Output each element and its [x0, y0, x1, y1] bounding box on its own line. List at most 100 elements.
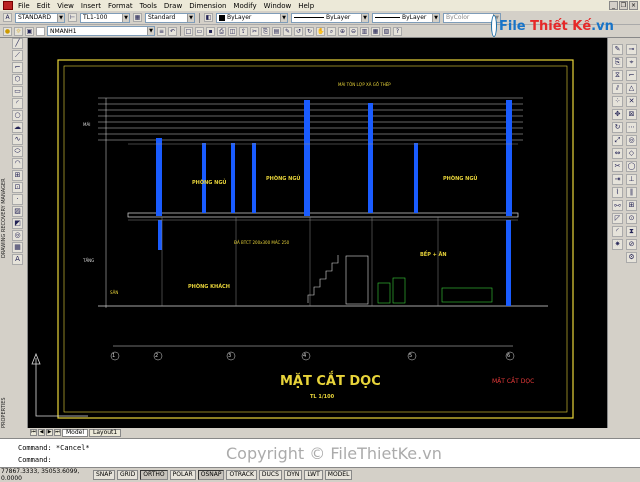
- snap-insert-icon[interactable]: ⊞: [626, 200, 637, 211]
- sun-icon[interactable]: ☼: [14, 26, 23, 36]
- next-tab-icon[interactable]: ▶: [46, 429, 53, 436]
- line-icon[interactable]: ╱: [12, 38, 23, 49]
- restore-icon[interactable]: ❐: [619, 1, 628, 10]
- fillet-icon[interactable]: ◜: [612, 226, 623, 237]
- pan-icon[interactable]: ✋: [316, 26, 325, 36]
- help-icon[interactable]: ?: [393, 26, 402, 36]
- snap-tangent-icon[interactable]: ◯: [626, 161, 637, 172]
- menu-file[interactable]: File: [18, 2, 30, 10]
- layer-previous-icon[interactable]: ↶: [168, 26, 177, 36]
- layer-select[interactable]: NMANH1 ▼: [47, 26, 155, 36]
- point-icon[interactable]: ·: [12, 194, 23, 205]
- menu-format[interactable]: Format: [108, 2, 133, 10]
- extend-icon[interactable]: ⇥: [612, 174, 623, 185]
- zoom-window-icon[interactable]: ⊕: [338, 26, 347, 36]
- otrack-toggle[interactable]: OTRACK: [226, 469, 257, 480]
- menu-insert[interactable]: Insert: [81, 2, 101, 10]
- last-tab-icon[interactable]: ⏭: [54, 429, 61, 436]
- table-icon[interactable]: ▦: [12, 242, 23, 253]
- menu-window[interactable]: Window: [264, 2, 292, 10]
- lock-icon[interactable]: ▣: [25, 26, 34, 36]
- erase-icon[interactable]: ✎: [612, 44, 623, 55]
- circle-icon[interactable]: ○: [12, 110, 23, 121]
- snap-extension-icon[interactable]: ⋯: [626, 122, 637, 133]
- snap-midpoint-icon[interactable]: △: [626, 83, 637, 94]
- publish-icon[interactable]: ⇪: [239, 26, 248, 36]
- ducs-toggle[interactable]: DUCS: [258, 469, 282, 480]
- scale-icon[interactable]: ⤢: [612, 135, 623, 146]
- chevron-down-icon[interactable]: ▼: [147, 27, 154, 35]
- join-icon[interactable]: ⧟: [612, 200, 623, 211]
- dyn-toggle[interactable]: DYN: [283, 469, 303, 480]
- drawing-recovery-label[interactable]: DRAWING RECOVERY MANAGER: [1, 108, 7, 258]
- minimize-icon[interactable]: _: [609, 1, 618, 10]
- make-block-icon[interactable]: ⊡: [12, 182, 23, 193]
- tab-layout1[interactable]: Layout1: [89, 428, 122, 437]
- rotate-icon[interactable]: ↻: [612, 122, 623, 133]
- zoom-realtime-icon[interactable]: ⌕: [327, 26, 336, 36]
- snap-nearest-icon[interactable]: ⧗: [626, 226, 637, 237]
- color-square-icon[interactable]: ■: [36, 26, 45, 36]
- copy-icon[interactable]: ⎘: [261, 26, 270, 36]
- move-icon[interactable]: ✥: [612, 109, 623, 120]
- polar-toggle[interactable]: POLAR: [169, 469, 196, 480]
- drawing-canvas[interactable]: PHÒNG NGỦ PHÒNG NGỦ PHÒNG NGỦ PHÒNG KHÁC…: [28, 38, 607, 428]
- menu-dimension[interactable]: Dimension: [189, 2, 226, 10]
- copy-object-icon[interactable]: ⎘: [612, 57, 623, 68]
- linetype-select[interactable]: ByLayer ▼: [291, 12, 369, 23]
- mirror-icon[interactable]: ⧖: [612, 70, 623, 81]
- properties-icon[interactable]: ▥: [360, 26, 369, 36]
- light-bulb-icon[interactable]: ●: [3, 26, 12, 36]
- polyline-icon[interactable]: ⌐: [12, 62, 23, 73]
- grid-toggle[interactable]: GRID: [117, 469, 139, 480]
- hatch-icon[interactable]: ▨: [12, 206, 23, 217]
- offset-icon[interactable]: ⫽: [612, 83, 623, 94]
- construction-line-icon[interactable]: ⟋: [12, 50, 23, 61]
- menu-view[interactable]: View: [57, 2, 74, 10]
- save-icon[interactable]: ▪: [206, 26, 215, 36]
- array-icon[interactable]: ⁘: [612, 96, 623, 107]
- spline-icon[interactable]: ∿: [12, 134, 23, 145]
- dim-style-icon[interactable]: ⊢: [68, 13, 77, 22]
- snap-node-icon[interactable]: ⊙: [626, 213, 637, 224]
- break-icon[interactable]: ⌇: [612, 187, 623, 198]
- osnap-toggle[interactable]: OSNAP: [197, 469, 225, 480]
- explode-icon[interactable]: ✷: [612, 239, 623, 250]
- ellipse-icon[interactable]: ⬭: [12, 146, 23, 157]
- table-style-icon[interactable]: ▦: [133, 13, 142, 22]
- match-properties-icon[interactable]: ✎: [283, 26, 292, 36]
- insert-block-icon[interactable]: ⊞: [12, 170, 23, 181]
- zoom-previous-icon[interactable]: ⊖: [349, 26, 358, 36]
- gradient-icon[interactable]: ◩: [12, 218, 23, 229]
- undo-icon[interactable]: ↺: [294, 26, 303, 36]
- lineweight-select[interactable]: ByLayer ▼: [372, 12, 440, 23]
- snap-toggle[interactable]: SNAP: [93, 469, 116, 480]
- layer-manager-icon[interactable]: ≡: [157, 26, 166, 36]
- model-toggle[interactable]: MODEL: [324, 469, 353, 480]
- ellipse-arc-icon[interactable]: ◠: [12, 158, 23, 169]
- text-style-icon[interactable]: A: [3, 13, 12, 22]
- app-icon[interactable]: [3, 1, 13, 10]
- menu-tools[interactable]: Tools: [140, 2, 157, 10]
- layer-icon[interactable]: ◧: [204, 13, 213, 22]
- new-icon[interactable]: □: [184, 26, 193, 36]
- table-style-select[interactable]: Standard ▼: [145, 12, 195, 23]
- snap-apparent-icon[interactable]: ⊠: [626, 109, 637, 120]
- tool-palettes-icon[interactable]: ▧: [382, 26, 391, 36]
- snap-perpendicular-icon[interactable]: ⊥: [626, 174, 637, 185]
- text-style-select[interactable]: STANDARD ▼: [15, 12, 65, 23]
- menu-help[interactable]: Help: [298, 2, 314, 10]
- chevron-down-icon[interactable]: ▼: [57, 13, 64, 22]
- prev-tab-icon[interactable]: ◀: [38, 429, 45, 436]
- snap-from-icon[interactable]: ⌖: [626, 57, 637, 68]
- menu-draw[interactable]: Draw: [164, 2, 182, 10]
- revision-cloud-icon[interactable]: ☁: [12, 122, 23, 133]
- snap-parallel-icon[interactable]: ∥: [626, 187, 637, 198]
- print-icon[interactable]: ⎙: [217, 26, 226, 36]
- preview-icon[interactable]: ◫: [228, 26, 237, 36]
- chevron-down-icon[interactable]: ▼: [432, 13, 439, 22]
- polygon-icon[interactable]: ⬡: [12, 74, 23, 85]
- snap-center-icon[interactable]: ◎: [626, 135, 637, 146]
- temp-track-icon[interactable]: ⊸: [626, 44, 637, 55]
- chevron-down-icon[interactable]: ▼: [361, 13, 368, 22]
